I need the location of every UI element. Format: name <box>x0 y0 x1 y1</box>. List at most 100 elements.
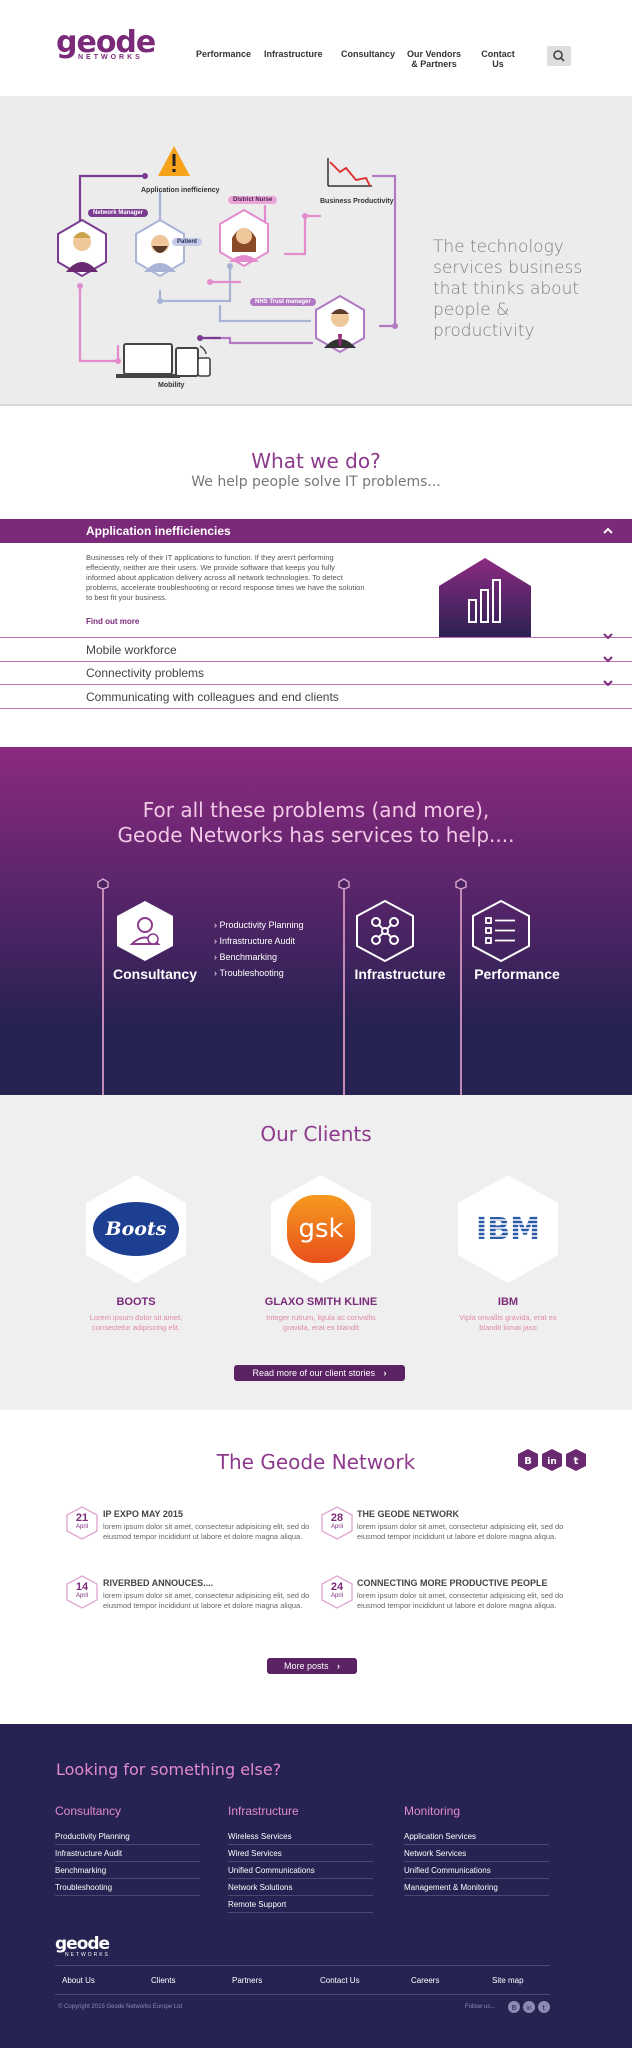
list-item[interactable]: › Benchmarking <box>214 949 304 965</box>
footer-logo[interactable]: geode <box>55 1934 110 1954</box>
follow-label: Follow us... <box>465 2004 496 2010</box>
chevron-down-icon <box>603 656 613 663</box>
nav-consultancy[interactable]: Consultancy <box>341 49 395 59</box>
footer-nav-careers[interactable]: Careers <box>411 1976 439 1985</box>
svg-text:t: t <box>543 2004 546 2012</box>
svg-text:t: t <box>574 1456 579 1467</box>
productivity-chart-icon <box>327 158 372 187</box>
chevron-up-icon <box>603 527 613 534</box>
footer-link[interactable]: Wired Services <box>228 1849 373 1862</box>
linkedin-icon: in <box>542 1449 562 1471</box>
post-title[interactable]: CONNECTING MORE PRODUCTIVE PEOPLE <box>357 1578 548 1588</box>
nav-infrastructure[interactable]: Infrastructure <box>264 49 323 59</box>
service-performance[interactable]: Performance <box>467 966 567 982</box>
footer-logo-subtitle: NETWORKS <box>65 1952 110 1958</box>
timeline-node <box>97 878 109 890</box>
accordion-app-inefficiencies[interactable]: Application inefficiencies <box>0 519 632 543</box>
checklist-icon[interactable] <box>471 899 531 963</box>
list-item[interactable]: › Productivity Planning <box>214 917 304 933</box>
consultancy-icon[interactable] <box>115 899 175 963</box>
footer-col-consultancy: Consultancy <box>55 1804 122 1818</box>
footer-nav-about[interactable]: About Us <box>62 1976 95 1985</box>
list-item-label: Troubleshooting <box>219 968 284 978</box>
hero-tagline: The technology services business that th… <box>433 237 583 341</box>
hero-section: Application inefficiency Network Manager… <box>0 96 632 406</box>
footer-link[interactable]: Remote Support <box>228 1900 373 1913</box>
list-item[interactable]: › Infrastructure Audit <box>214 933 304 949</box>
copyright: © Copyright 2015 Geode Networks Europe L… <box>58 2004 183 2010</box>
chevron-right-icon: › <box>214 936 217 946</box>
footer-link[interactable]: Troubleshooting <box>55 1883 200 1896</box>
timeline-line <box>460 886 462 1095</box>
list-item-label: Benchmarking <box>219 952 278 962</box>
post-title[interactable]: THE GEODE NETWORK <box>357 1509 459 1519</box>
svg-text:gsk: gsk <box>298 1214 343 1244</box>
bar-chart-icon <box>439 558 531 638</box>
nav-vendors-partners[interactable]: Our Vendors & Partners <box>404 49 464 69</box>
post-title[interactable]: RIVERBED ANNOUCES.... <box>103 1578 213 1588</box>
footer-link[interactable]: Wireless Services <box>228 1832 373 1845</box>
list-item-label: Productivity Planning <box>219 920 304 930</box>
nav-performance[interactable]: Performance <box>196 49 251 59</box>
service-infrastructure[interactable]: Infrastructure <box>345 966 455 982</box>
footer-nav-partners[interactable]: Partners <box>232 1976 262 1985</box>
divider <box>55 1994 550 1995</box>
accordion-mobile-workforce[interactable]: Mobile workforce <box>0 633 632 662</box>
twitter-icon: t <box>566 1449 586 1471</box>
devices-icon <box>116 343 211 378</box>
label-district-nurse: District Nurse <box>228 196 278 204</box>
more-posts-button[interactable]: More posts › <box>267 1658 357 1674</box>
footer-link[interactable]: Management & Monitoring <box>404 1883 549 1896</box>
what-title: What we do? <box>251 449 381 473</box>
footer-link[interactable]: Application Services <box>404 1832 549 1845</box>
linkedin-icon: in <box>523 2001 535 2013</box>
footer-nav-contact[interactable]: Contact Us <box>320 1976 360 1985</box>
client-logo-boots[interactable]: Boots <box>84 1173 188 1285</box>
find-out-more-link[interactable]: Find out more <box>86 617 139 626</box>
chevron-right-icon: › <box>214 920 217 930</box>
svg-text:Boots: Boots <box>105 1218 167 1240</box>
chevron-right-icon: › <box>214 952 217 962</box>
social-icons: B in t <box>518 1449 586 1471</box>
svg-text:B: B <box>512 2004 517 2012</box>
svg-text:IBM: IBM <box>476 1212 540 1247</box>
footer-link[interactable]: Infrastructure Audit <box>55 1849 200 1862</box>
twitter-icon: t <box>538 2001 550 2013</box>
client-logo-ibm[interactable]: IBM <box>456 1173 560 1285</box>
svg-text:in: in <box>526 2005 532 2012</box>
client-stories-button[interactable]: Read more of our client stories › <box>234 1365 405 1381</box>
clients-title: Our Clients <box>260 1122 372 1146</box>
nav-contact[interactable]: Contact Us <box>478 49 518 69</box>
blogger-icon: B <box>508 2001 520 2013</box>
footer-link[interactable]: Unified Communications <box>228 1866 373 1879</box>
service-consultancy[interactable]: Consultancy <box>105 966 205 982</box>
client-logo-gsk[interactable]: gsk <box>269 1173 373 1285</box>
list-item-label: Infrastructure Audit <box>219 936 296 946</box>
accordion-communicating[interactable]: Communicating with colleagues and end cl… <box>0 680 632 709</box>
footer-link[interactable]: Productivity Planning <box>55 1832 200 1845</box>
post-text: lorem ipsum dolor sit amet, consectetur … <box>357 1522 564 1541</box>
timeline-line <box>102 886 104 1095</box>
accordion-connectivity[interactable]: Connectivity problems <box>0 656 632 685</box>
search-icon <box>553 50 565 62</box>
footer-nav-clients[interactable]: Clients <box>151 1976 175 1985</box>
search-button[interactable] <box>547 46 571 66</box>
clients-section: Our Clients Boots BOOTS Lorem ipsum dolo… <box>0 1095 632 1410</box>
label-network-manager: Network Manager <box>88 209 149 217</box>
label-nhs-manager: NHS Trust manager <box>250 298 316 306</box>
button-label: Read more of our client stories <box>252 1368 376 1378</box>
footer-social-icons: B in t <box>508 2001 550 2013</box>
post-title[interactable]: IP EXPO MAY 2015 <box>103 1509 183 1519</box>
footer-link[interactable]: Unified Communications <box>404 1866 549 1879</box>
chevron-down-icon <box>603 680 613 687</box>
list-item[interactable]: › Troubleshooting <box>214 965 304 981</box>
footer-nav-sitemap[interactable]: Site map <box>492 1976 524 1985</box>
client-name: BOOTS <box>116 1296 156 1308</box>
network-icon[interactable] <box>355 899 415 963</box>
post-day: 14 <box>75 1581 89 1593</box>
footer-link[interactable]: Network Solutions <box>228 1883 373 1896</box>
blogger-icon: B <box>518 1449 538 1471</box>
divider <box>55 1965 550 1966</box>
footer-link[interactable]: Network Services <box>404 1849 549 1862</box>
footer-link[interactable]: Benchmarking <box>55 1866 200 1879</box>
